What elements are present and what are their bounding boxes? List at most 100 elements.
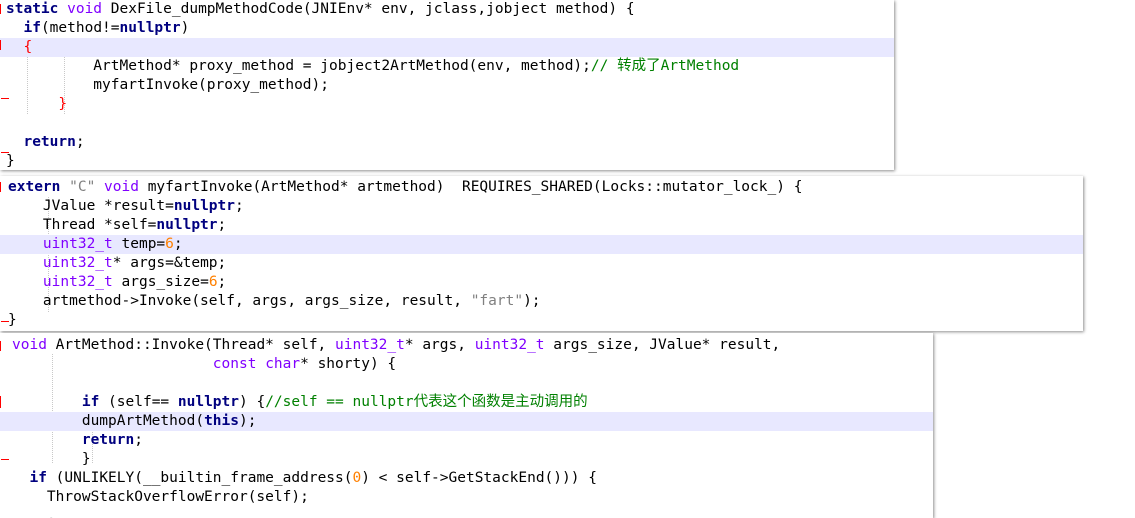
code-token: uint32_t (42, 274, 122, 290)
code-text: const char* shorty) { (12, 355, 396, 374)
code-token: temp= (121, 236, 166, 252)
code-line[interactable]: dumpArtMethod(this); (0, 412, 933, 431)
code-token: if (23, 20, 41, 36)
code-line[interactable]: } (0, 95, 894, 114)
code-line[interactable]: } (0, 152, 894, 170)
code-line[interactable]: ThrowStackOverflowError(self); (0, 488, 933, 507)
code-text: JValue *result=nullptr; (8, 197, 244, 216)
code-panel-dexfile[interactable]: static void DexFile_dumpMethodCode(JNIEn… (0, 0, 894, 170)
code-token: myfartInvoke(proxy_method); (6, 77, 330, 93)
code-token: JValue *result= (8, 198, 174, 214)
code-token: nullptr (119, 20, 181, 36)
code-token: "fart" (470, 293, 524, 309)
code-line[interactable]: return; (0, 133, 894, 152)
code-token: ArtMethod* proxy_method = jobject2ArtMet… (6, 58, 591, 74)
code-line[interactable]: if (UNLIKELY(__builtin_frame_address(0) … (0, 469, 933, 488)
code-token: Thread *self= (8, 217, 157, 233)
code-line[interactable]: const char* shorty) { (0, 355, 933, 374)
code-token: myfartInvoke(ArtMethod* artmethod) REQUI… (147, 179, 803, 195)
code-text: extern "C" void myfartInvoke(ArtMethod* … (8, 178, 802, 197)
code-text: uint32_t args_size=6; (8, 273, 226, 292)
code-token: char (265, 356, 301, 372)
code-token: DexFile_dumpMethodCode(JNIEnv* env, jcla… (110, 1, 635, 17)
code-line[interactable]: } (0, 311, 1083, 330)
code-token: ) { (239, 394, 266, 410)
code-token: ; (234, 198, 244, 214)
code-line[interactable]: static void DexFile_dumpMethodCode(JNIEn… (0, 0, 894, 19)
code-line[interactable]: JValue *result=nullptr; (0, 197, 1083, 216)
fold-start-marker (0, 341, 1, 351)
code-token: dumpArtMethod( (12, 413, 205, 429)
fold-end-marker (1, 152, 9, 153)
code-line[interactable]: uint32_t args_size=6; (0, 273, 1083, 292)
code-panel-myfart-invoke[interactable]: extern "C" void myfartInvoke(ArtMethod* … (0, 176, 1083, 331)
code-token: 6 (208, 274, 218, 290)
code-line[interactable]: artmethod->Invoke(self, args, args_size,… (0, 292, 1083, 311)
code-token: if (81, 394, 109, 410)
code-token: 6 (165, 236, 174, 252)
code-token: nullptr (173, 198, 235, 214)
code-token: args_size, JValue* result, (553, 337, 781, 353)
code-token: return (81, 432, 135, 448)
code-token: nullptr (177, 394, 239, 410)
code-token: (UNLIKELY(__builtin_frame_address( (55, 470, 353, 486)
code-line[interactable] (0, 374, 933, 393)
code-text: } (8, 311, 17, 330)
code-token: return (23, 134, 76, 150)
code-token: ThrowStackOverflowError(self); (12, 489, 309, 505)
code-token: extern (8, 179, 70, 195)
code-token: } (6, 153, 15, 169)
code-token: { (23, 39, 33, 55)
code-text: void ArtMethod::Invoke(Thread* self, uin… (12, 336, 780, 355)
code-line[interactable]: uint32_t* args=&temp; (0, 254, 1083, 273)
code-token: uint32_t (42, 236, 122, 252)
code-panel-artmethod-invoke[interactable]: void ArtMethod::Invoke(Thread* self, uin… (0, 333, 933, 518)
code-token: } (58, 96, 68, 112)
code-line[interactable]: myfartInvoke(proxy_method); (0, 76, 894, 95)
code-line[interactable]: { (0, 38, 894, 57)
code-token: 0 (352, 470, 362, 486)
code-token: } (8, 312, 17, 328)
code-text: artmethod->Invoke(self, args, args_size,… (8, 292, 541, 311)
code-text: } (6, 152, 15, 170)
code-token: "C" (69, 179, 105, 195)
code-token: ; (134, 432, 143, 448)
code-line[interactable] (0, 114, 894, 133)
code-line[interactable]: return; (0, 431, 933, 450)
code-line[interactable]: uint32_t temp=6; (0, 235, 1083, 254)
code-token: ; (217, 217, 227, 233)
code-line[interactable]: extern "C" void myfartInvoke(ArtMethod* … (0, 178, 1083, 197)
code-line[interactable]: ArtMethod* proxy_method = jobject2ArtMet… (0, 57, 894, 76)
code-token: * args=&temp; (112, 255, 227, 271)
code-line[interactable]: Thread *self=nullptr; (0, 216, 1083, 235)
code-text: myfartInvoke(proxy_method); (6, 76, 329, 95)
code-text: static void DexFile_dumpMethodCode(JNIEn… (6, 0, 635, 19)
code-token: artmethod->Invoke(self, args, args_size,… (8, 293, 471, 309)
fold-start-marker (0, 4, 1, 14)
code-text: if(method!=nullptr) (6, 19, 189, 38)
code-line[interactable]: if(method!=nullptr) (0, 19, 894, 38)
fold-end-marker (1, 459, 9, 460)
code-token: void (104, 179, 148, 195)
code-line[interactable]: if (self== nullptr) {//self == nullptr代表… (0, 393, 933, 412)
code-text: return; (6, 133, 84, 152)
code-token: args_size= (121, 274, 209, 290)
code-token: * shorty) { (300, 356, 397, 372)
code-token: ) < self->GetStackEnd())) { (361, 470, 597, 486)
code-text: if (UNLIKELY(__builtin_frame_address(0) … (12, 469, 597, 488)
code-text: ArtMethod* proxy_method = jobject2ArtMet… (6, 57, 739, 76)
code-text: } (12, 450, 91, 469)
code-line[interactable]: } (0, 450, 933, 469)
code-line[interactable]: void ArtMethod::Invoke(Thread* self, uin… (0, 336, 933, 355)
code-line[interactable]: . (0, 507, 933, 518)
